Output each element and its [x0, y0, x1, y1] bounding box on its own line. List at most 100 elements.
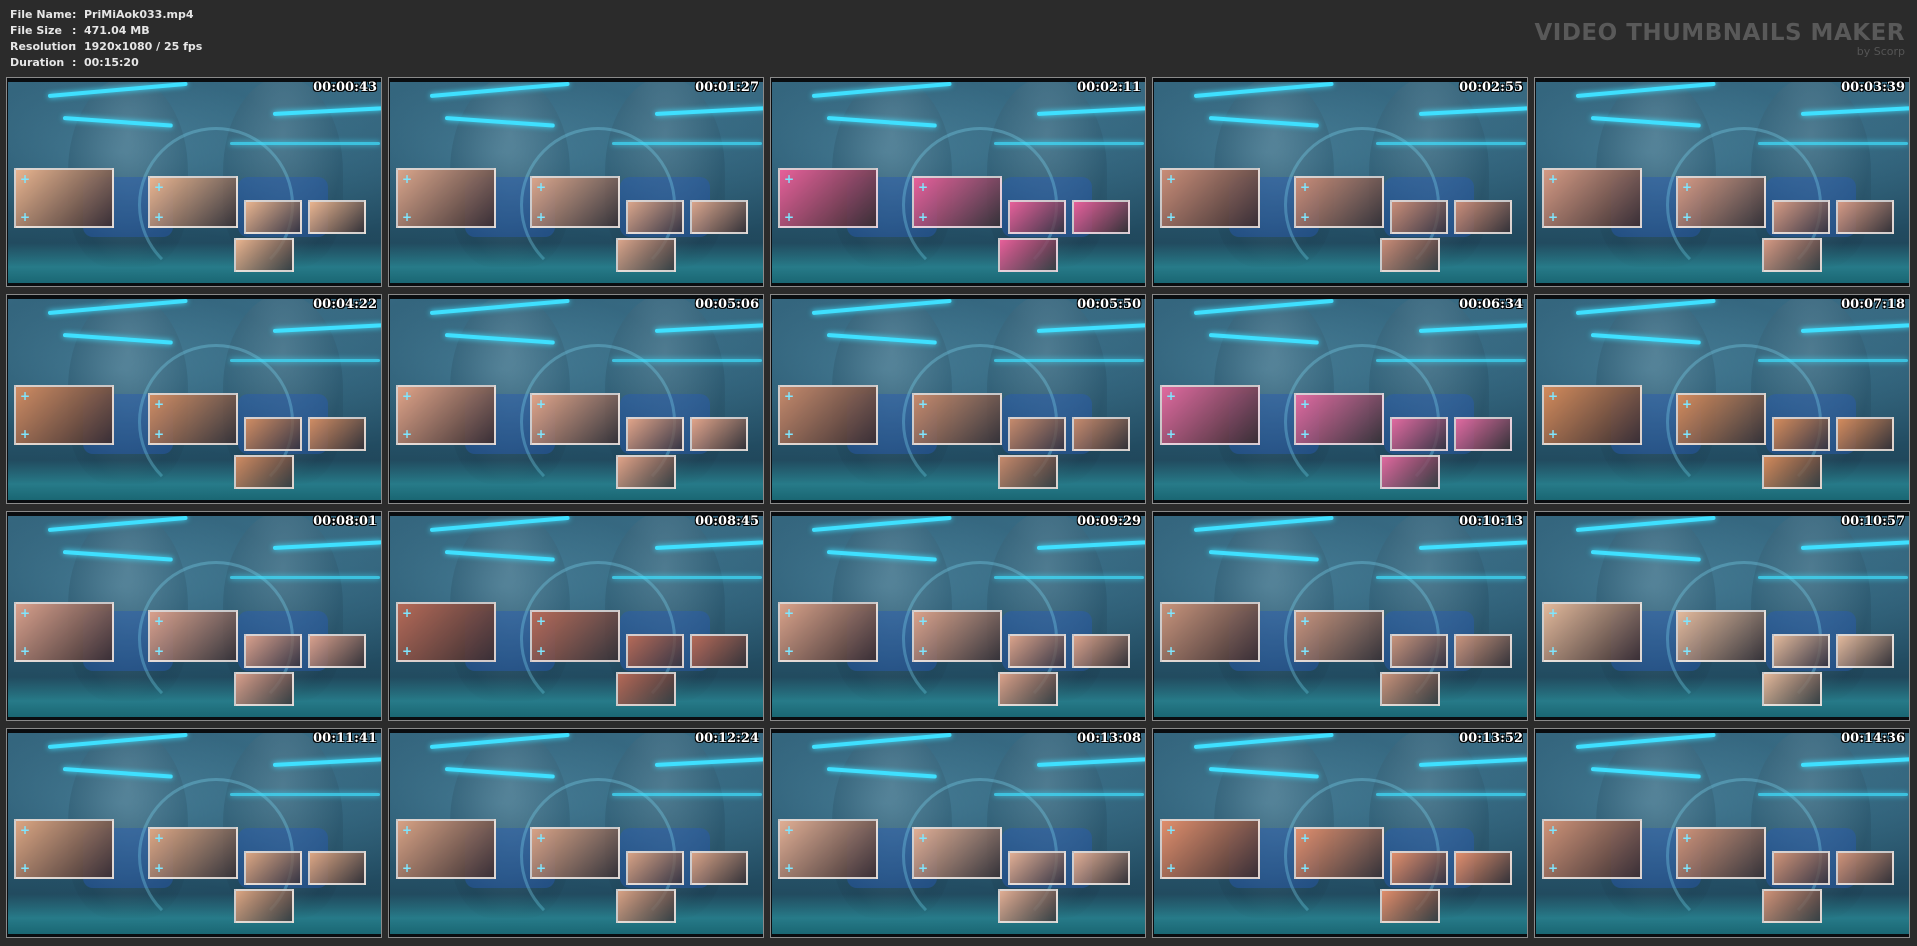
light-beam [1758, 359, 1908, 362]
plus-icon: + [1166, 389, 1177, 403]
hud-image-panel [616, 455, 676, 489]
plus-icon: + [1548, 427, 1559, 441]
hud-image-panel [1008, 200, 1066, 234]
light-beam [230, 142, 380, 145]
timestamp-label: 00:02:55 [1459, 80, 1523, 95]
floor-glow [772, 894, 1145, 934]
plus-icon: + [784, 172, 795, 186]
floor-glow [8, 243, 381, 283]
hud-image-panel: + + [148, 827, 238, 879]
hud-image-panel: + + [1542, 385, 1642, 445]
file-size-row: File Size:471.04 MB [10, 23, 202, 39]
light-beam [1758, 793, 1908, 796]
video-still: + + + + [1154, 82, 1527, 283]
thumbnail-frame[interactable]: + + + +00:13:08 [770, 728, 1146, 938]
hud-image-panel [1454, 200, 1512, 234]
hud-image-panel: + + [1676, 176, 1766, 228]
video-still: + + + + [390, 82, 763, 283]
thumbnail-frame[interactable]: + + + +00:09:29 [770, 511, 1146, 721]
brand-title: VIDEO THUMBNAILS MAKER [1534, 20, 1905, 46]
hud-image-panel [1454, 851, 1512, 885]
brand-logo: VIDEO THUMBNAILS MAKER by Scorp [1534, 20, 1905, 58]
hud-image-panel: + + [1294, 827, 1384, 879]
thumbnail-frame[interactable]: + + + +00:12:24 [388, 728, 764, 938]
hud-image-panel [1762, 672, 1822, 706]
hud-image-panel [1772, 634, 1830, 668]
file-name-row: File Name: PriMiAok033.mp4 [10, 7, 202, 23]
thumbnail-frame[interactable]: + + + +00:03:39 [1534, 77, 1910, 287]
plus-icon: + [1682, 180, 1693, 194]
video-still: + + + + [390, 516, 763, 717]
file-info: File Name: PriMiAok033.mp4 File Size:471.… [10, 7, 202, 71]
plus-icon: + [402, 210, 413, 224]
plus-icon: + [154, 644, 165, 658]
video-still: + + + + [1536, 733, 1909, 934]
hud-image-panel: + + [1160, 819, 1260, 879]
plus-icon: + [20, 210, 31, 224]
thumbnail-frame[interactable]: + + + +00:13:52 [1152, 728, 1528, 938]
thumbnail-frame[interactable]: + + + +00:05:06 [388, 294, 764, 504]
hud-image-panel [308, 417, 366, 451]
hud-image-panel [1008, 417, 1066, 451]
hud-image-panel [616, 889, 676, 923]
thumbnail-frame[interactable]: + + + +00:01:27 [388, 77, 764, 287]
plus-icon: + [20, 427, 31, 441]
thumbnail-frame[interactable]: + + + +00:04:22 [6, 294, 382, 504]
hud-image-panel [1762, 238, 1822, 272]
floor-glow [390, 243, 763, 283]
hud-image-panel [626, 634, 684, 668]
light-beam [994, 142, 1144, 145]
thumbnail-frame[interactable]: + + + +00:02:55 [1152, 77, 1528, 287]
thumbnail-frame[interactable]: + + + +00:02:11 [770, 77, 1146, 287]
thumbnail-frame[interactable]: + + + +00:10:13 [1152, 511, 1528, 721]
video-still: + + + + [772, 516, 1145, 717]
hud-image-panel: + + [1160, 385, 1260, 445]
plus-icon: + [1548, 172, 1559, 186]
timestamp-label: 00:02:11 [1077, 80, 1141, 95]
hud-image-panel: + + [778, 385, 878, 445]
hud-image-panel [1836, 851, 1894, 885]
thumbnail-grid: + + + +00:00:43 + + + +00:01:27 + + + +00:02:11 + + + +… [6, 77, 1913, 942]
timestamp-label: 00:10:13 [1459, 514, 1523, 529]
plus-icon: + [154, 210, 165, 224]
plus-icon: + [1682, 427, 1693, 441]
hud-image-panel [1390, 200, 1448, 234]
file-size-value: 471.04 MB [84, 24, 150, 37]
thumbnail-frame[interactable]: + + + +00:08:45 [388, 511, 764, 721]
plus-icon: + [1166, 606, 1177, 620]
plus-icon: + [784, 210, 795, 224]
plus-icon: + [154, 831, 165, 845]
plus-icon: + [1166, 861, 1177, 875]
hud-image-panel [690, 851, 748, 885]
thumbnail-frame[interactable]: + + + +00:08:01 [6, 511, 382, 721]
plus-icon: + [1166, 644, 1177, 658]
thumbnail-frame[interactable]: + + + +00:14:36 [1534, 728, 1910, 938]
timestamp-label: 00:05:50 [1077, 297, 1141, 312]
thumbnail-frame[interactable]: + + + +00:00:43 [6, 77, 382, 287]
hud-image-panel [626, 851, 684, 885]
thumbnail-frame[interactable]: + + + +00:11:41 [6, 728, 382, 938]
floor-glow [772, 243, 1145, 283]
plus-icon: + [1548, 823, 1559, 837]
hud-image-panel [1008, 634, 1066, 668]
thumbnail-frame[interactable]: + + + +00:10:57 [1534, 511, 1910, 721]
hud-image-panel [998, 238, 1058, 272]
hud-image-panel: + + [530, 176, 620, 228]
thumbnail-frame[interactable]: + + + +00:06:34 [1152, 294, 1528, 504]
plus-icon: + [784, 389, 795, 403]
hud-image-panel [1772, 417, 1830, 451]
hud-image-panel [690, 417, 748, 451]
hud-image-panel [1072, 200, 1130, 234]
floor-glow [1536, 677, 1909, 717]
floor-glow [390, 677, 763, 717]
plus-icon: + [154, 614, 165, 628]
hud-image-panel: + + [396, 168, 496, 228]
resolution-label: Resolution [10, 40, 77, 53]
hud-image-panel [244, 634, 302, 668]
plus-icon: + [918, 427, 929, 441]
hud-image-panel: + + [396, 602, 496, 662]
thumbnail-frame[interactable]: + + + +00:07:18 [1534, 294, 1910, 504]
plus-icon: + [402, 389, 413, 403]
thumbnail-frame[interactable]: + + + +00:05:50 [770, 294, 1146, 504]
plus-icon: + [918, 861, 929, 875]
